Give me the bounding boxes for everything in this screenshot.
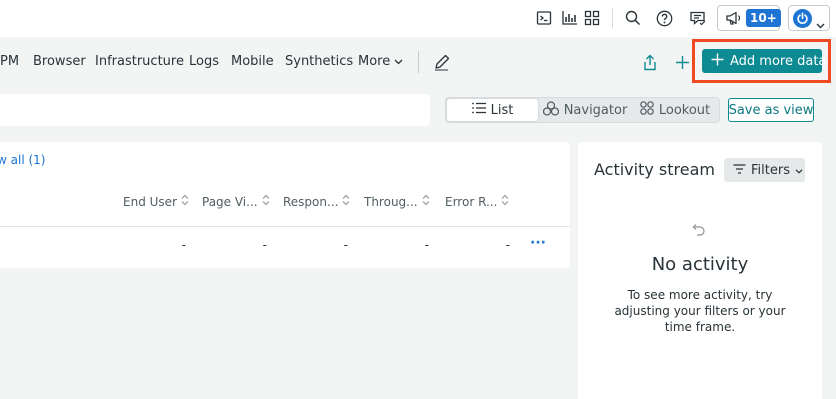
view-lookout-option[interactable]: Lookout: [634, 99, 716, 121]
undo-icon: [691, 222, 707, 242]
add-more-data-label: Add more data: [730, 53, 827, 69]
sort-icon: [342, 194, 350, 209]
search-icon[interactable]: [622, 7, 644, 29]
table-cell-response: -: [343, 238, 348, 252]
view-navigator-option[interactable]: Navigator: [542, 99, 628, 121]
filters-label: Filters: [751, 162, 790, 178]
nav-item-infrastructure[interactable]: Infrastructure: [95, 53, 184, 71]
terminal-icon[interactable]: [533, 7, 555, 29]
column-header-response[interactable]: Respon...: [283, 194, 350, 209]
activity-stream-title: Activity stream: [594, 160, 715, 179]
share-icon[interactable]: [640, 51, 660, 73]
navigator-icon: [542, 100, 559, 120]
column-header-error-rate[interactable]: Error R...: [445, 194, 509, 209]
column-header-throughput[interactable]: Throug...: [364, 194, 430, 209]
row-actions-menu[interactable]: ···: [530, 235, 546, 251]
table-cell-page-views: -: [262, 238, 267, 252]
nav-item-synthetics[interactable]: Synthetics: [285, 53, 353, 71]
feedback-icon[interactable]: [686, 7, 708, 29]
table-cell-throughput: -: [424, 238, 429, 252]
nav-item-logs[interactable]: Logs: [189, 53, 219, 71]
user-menu-icon: [793, 9, 812, 28]
top-utility-bar: 10+: [0, 0, 836, 37]
column-header-label: End User: [123, 194, 177, 209]
column-header-label: Page Vi...: [202, 194, 258, 209]
sort-icon: [501, 194, 509, 209]
add-plus-icon[interactable]: [672, 51, 692, 73]
product-nav-bar: PM Browser Infrastructure Logs Mobile Sy…: [0, 37, 836, 87]
column-header-label: Throug...: [364, 194, 418, 209]
table-cell-error-rate: -: [505, 238, 510, 252]
list-icon: [471, 102, 486, 118]
table-header-divider: [0, 226, 570, 227]
notification-count-badge: 10+: [746, 9, 781, 27]
sort-icon: [422, 194, 430, 209]
column-header-label: Error R...: [445, 194, 498, 209]
chevron-down-icon: [816, 14, 825, 33]
lookout-icon: [640, 101, 654, 119]
sort-icon: [181, 194, 189, 209]
announcements-icon: [722, 7, 744, 29]
nav-divider: [418, 51, 419, 73]
activity-stream-panel: Activity stream Filters No activity To s…: [578, 142, 822, 399]
nav-item-apm[interactable]: PM: [0, 53, 19, 71]
apps-grid-icon[interactable]: [581, 7, 603, 29]
nav-more-menu[interactable]: More: [358, 53, 403, 71]
edit-pencil-icon[interactable]: [431, 51, 451, 73]
nav-item-mobile[interactable]: Mobile: [231, 53, 274, 71]
nav-more-label: More: [358, 54, 391, 69]
chevron-down-icon: [394, 53, 403, 71]
no-activity-description: To see more activity, try adjusting your…: [614, 288, 786, 334]
view-list-label: List: [490, 102, 514, 118]
dashboards-icon[interactable]: [558, 7, 580, 29]
save-as-view-button[interactable]: Save as view: [728, 98, 814, 122]
no-activity-heading: No activity: [651, 254, 749, 275]
add-more-data-button[interactable]: Add more data: [702, 49, 826, 73]
view-lookout-label: Lookout: [658, 102, 711, 118]
column-header-end-user[interactable]: End User: [123, 194, 189, 209]
table-cell-end-user: -: [181, 238, 186, 252]
view-navigator-label: Navigator: [563, 102, 628, 118]
page: 10+ PM Browser Infrastructure Logs Mobil…: [0, 0, 836, 399]
toolbar-separator: [612, 8, 613, 28]
filters-button[interactable]: Filters: [724, 158, 805, 182]
view-all-link[interactable]: w all (1): [0, 153, 45, 167]
announcements-button[interactable]: 10+: [717, 5, 781, 31]
filter-icon: [733, 163, 746, 178]
entity-table-card: w all (1) End User Page Vi... Respon... …: [0, 142, 570, 268]
chevron-down-icon: [795, 163, 803, 178]
help-icon[interactable]: [653, 7, 675, 29]
plus-icon: [711, 53, 724, 70]
view-list-option[interactable]: List: [447, 99, 538, 121]
column-header-page-views[interactable]: Page Vi...: [202, 194, 270, 209]
column-header-label: Respon...: [283, 194, 339, 209]
view-mode-toggle: List Navigator Lookout: [445, 97, 720, 123]
filter-search-bar[interactable]: [0, 94, 430, 126]
user-menu-button[interactable]: [788, 5, 830, 31]
sort-icon: [262, 194, 270, 209]
nav-item-browser[interactable]: Browser: [33, 53, 86, 71]
